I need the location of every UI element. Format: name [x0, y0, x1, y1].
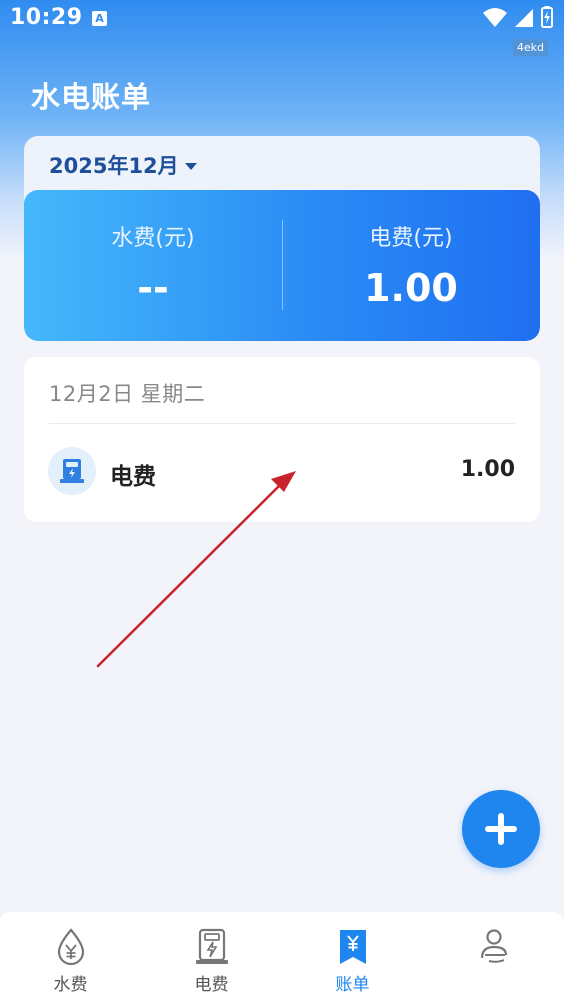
bottom-tab-bar: 水费 电费 账单: [0, 912, 564, 1004]
caret-down-icon: [184, 162, 197, 170]
summary-card: 2025年12月 水费(元) -- 电费(元) 1.00: [24, 136, 540, 341]
record-amount: 1.00: [460, 457, 515, 482]
watermark-label: 4ekd: [512, 39, 548, 56]
month-picker[interactable]: 2025年12月: [49, 150, 197, 180]
add-record-button[interactable]: [462, 790, 540, 868]
status-bar: 10:29 A 4ekd: [0, 0, 564, 56]
tab-water[interactable]: 水费: [0, 912, 141, 1004]
tab-label: 水费: [53, 975, 88, 995]
water-fee-label: 水费(元): [111, 226, 195, 251]
electric-fee-summary: 电费(元) 1.00: [282, 190, 540, 341]
electric-meter-icon: [196, 928, 228, 964]
record-group-card: 12月2日 星期二 电费 1.00: [24, 357, 540, 522]
tab-label: 电费: [194, 975, 229, 995]
notification-a-icon: A: [92, 11, 107, 26]
signal-icon: [514, 9, 533, 27]
wifi-icon: [482, 8, 507, 27]
record-name: 电费: [110, 464, 156, 490]
tab-electric[interactable]: 电费: [141, 912, 282, 1004]
electric-meter-icon: [48, 447, 96, 495]
plus-icon: [485, 813, 517, 845]
tab-label: 账单: [335, 975, 370, 995]
page-title: 水电账单: [31, 80, 152, 114]
water-fee-value: --: [137, 266, 169, 310]
record-date: 12月2日 星期二: [49, 382, 206, 406]
water-drop-yuan-icon: [57, 928, 85, 966]
fee-summary-panel: 水费(元) -- 电费(元) 1.00: [24, 190, 540, 341]
month-label: 2025年12月: [49, 154, 179, 178]
status-icons: [482, 6, 554, 30]
battery-icon: [541, 6, 553, 28]
electric-fee-value: 1.00: [364, 266, 458, 310]
profile-icon: [480, 929, 508, 963]
electric-fee-label: 电费(元): [369, 226, 453, 251]
tab-profile[interactable]: [423, 912, 564, 1004]
tab-bill[interactable]: 账单: [282, 912, 423, 1004]
record-item[interactable]: 电费 1.00: [24, 424, 540, 522]
water-fee-summary: 水费(元) --: [24, 190, 282, 341]
bill-bookmark-icon: [340, 930, 366, 964]
status-time: 10:29: [10, 5, 83, 30]
